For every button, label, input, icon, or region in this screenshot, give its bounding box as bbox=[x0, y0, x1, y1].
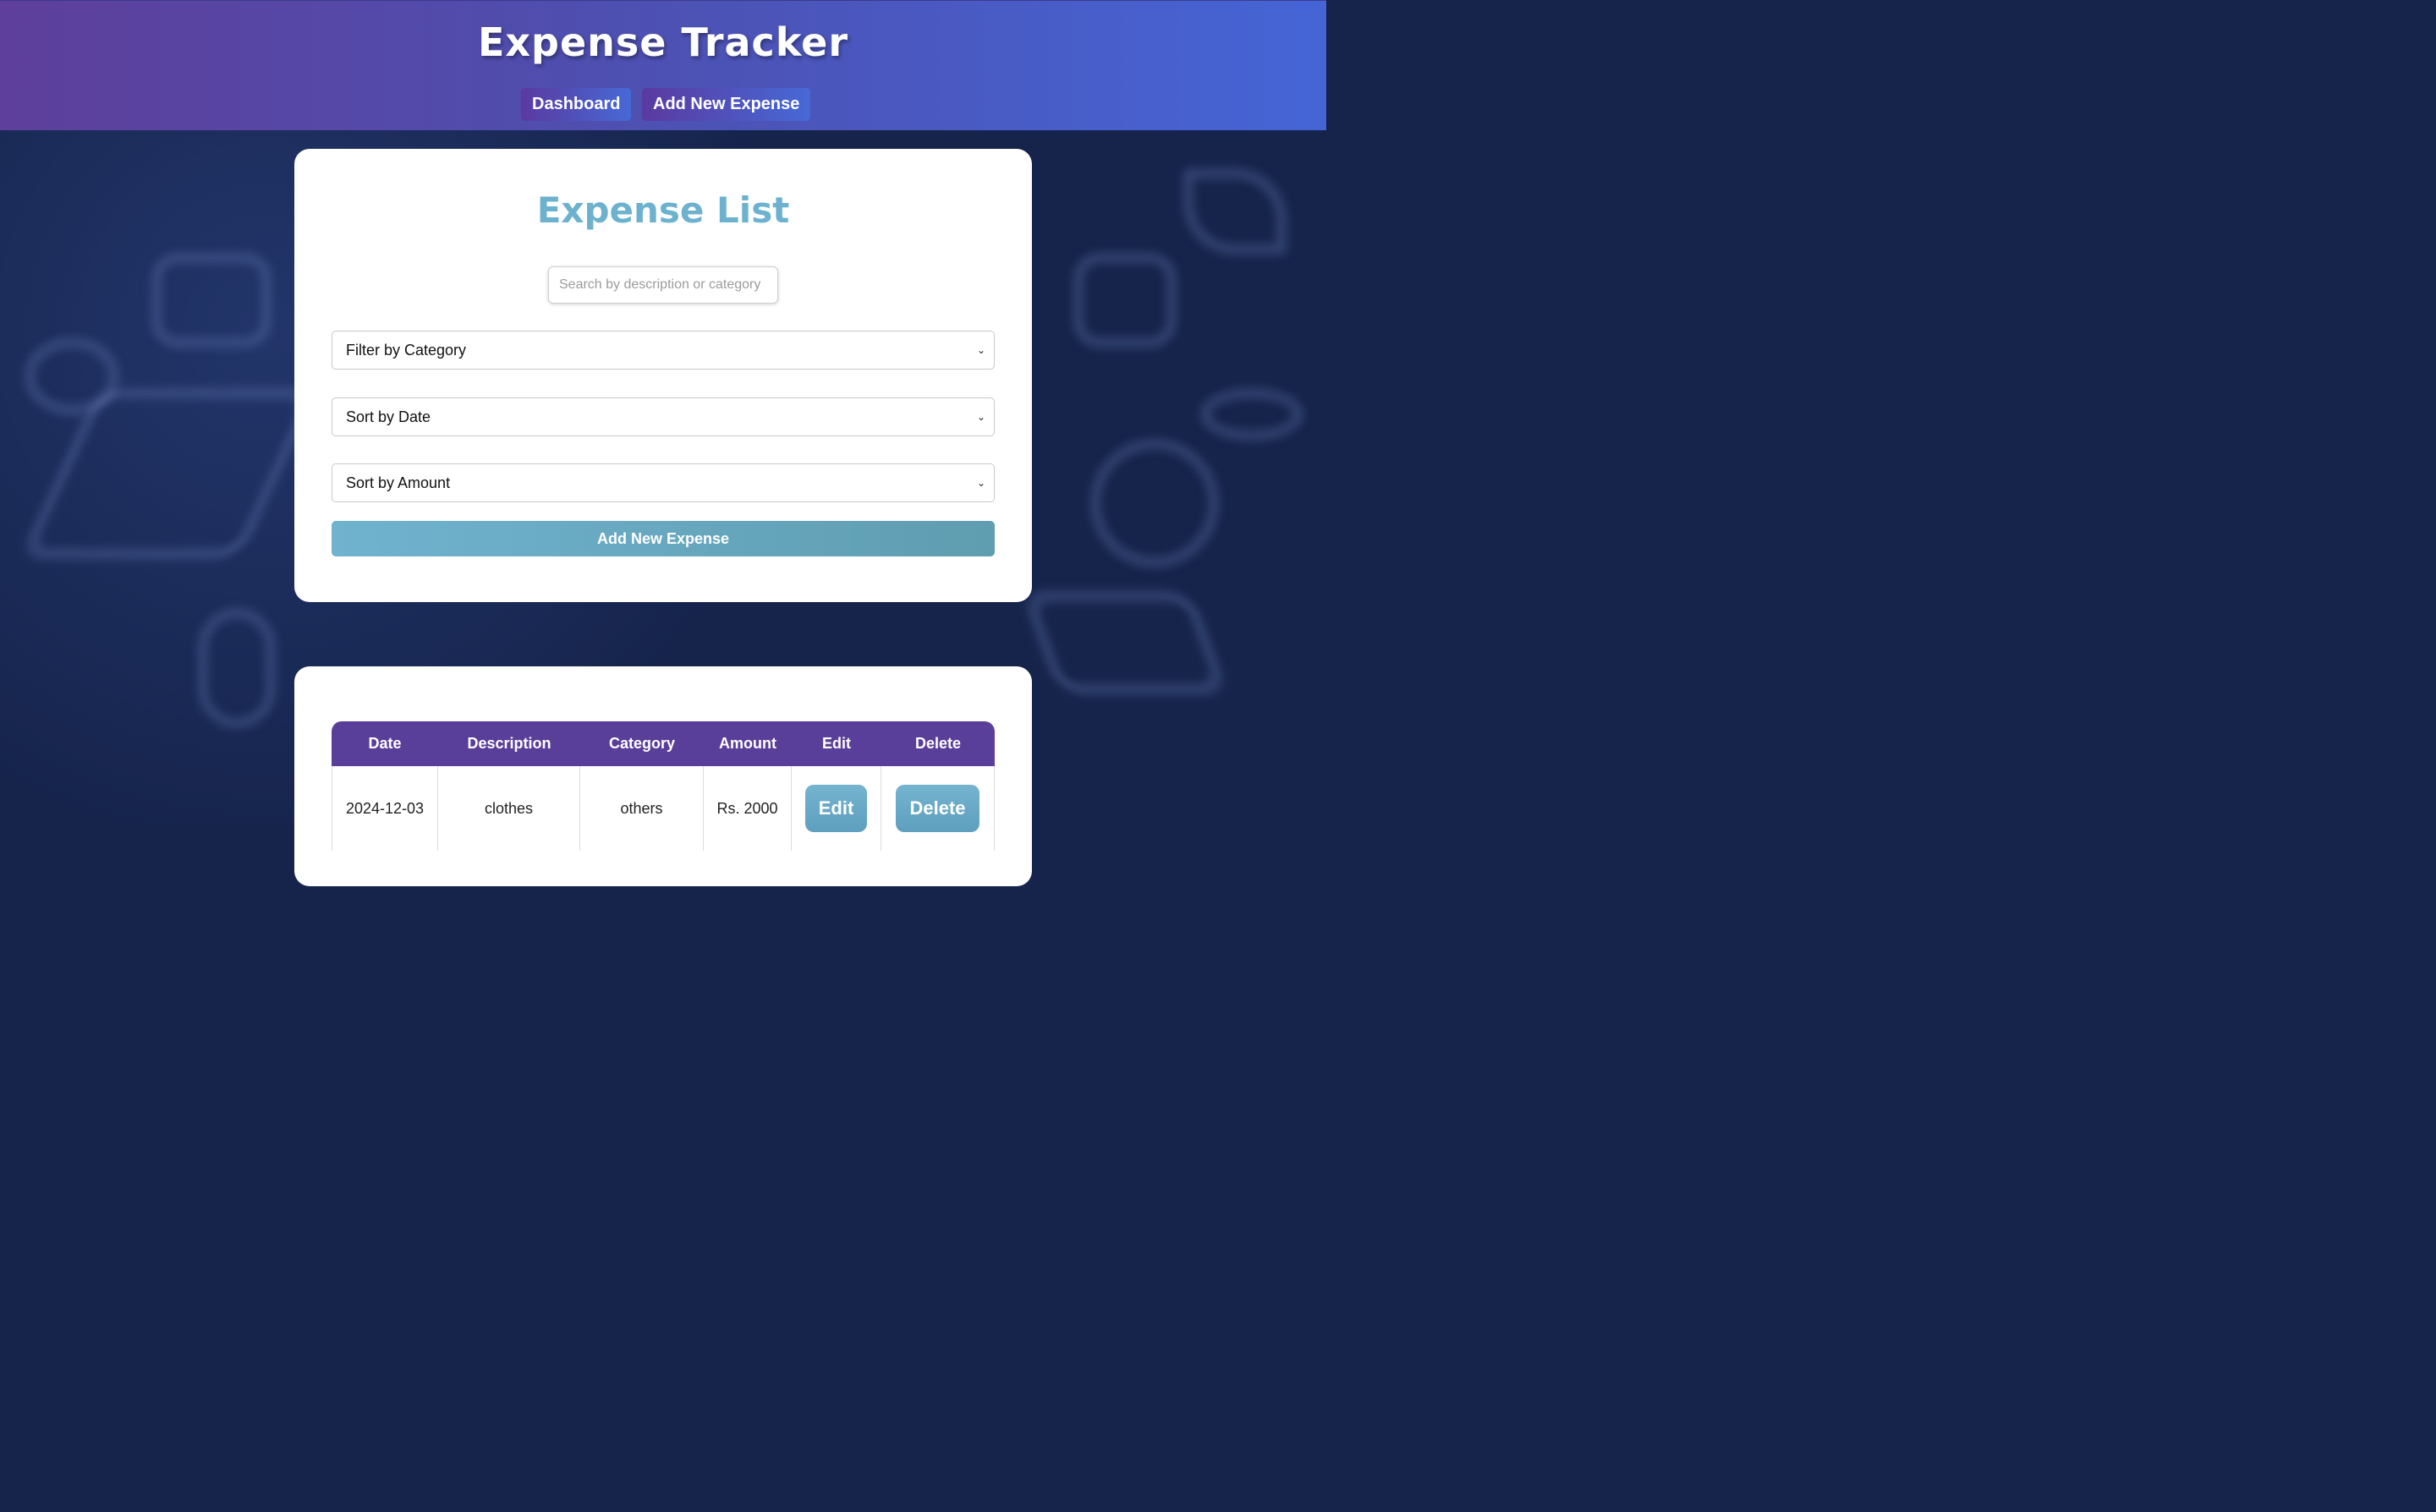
sort-amount-select[interactable]: Sort by Amount ⌄ bbox=[332, 463, 995, 502]
background-doodle bbox=[199, 609, 275, 727]
app-header: Expense Tracker Dashboard Add New Expens… bbox=[0, 0, 1326, 130]
chevron-down-icon: ⌄ bbox=[976, 411, 985, 423]
expense-controls-card: Expense List Filter by Category ⌄ Sort b… bbox=[294, 149, 1032, 602]
chevron-down-icon: ⌄ bbox=[976, 344, 985, 356]
background-doodle bbox=[1091, 440, 1218, 567]
add-expense-button[interactable]: Add New Expense bbox=[332, 521, 995, 556]
table-header-row: Date Description Category Amount Edit De… bbox=[332, 721, 995, 766]
background-doodle bbox=[1201, 389, 1303, 440]
sort-amount-label: Sort by Amount bbox=[346, 474, 451, 491]
column-header-category: Category bbox=[580, 721, 704, 766]
expense-table-card: Date Description Category Amount Edit De… bbox=[294, 666, 1032, 886]
nav-add-expense-button[interactable]: Add New Expense bbox=[642, 88, 811, 121]
background-doodle bbox=[25, 338, 118, 414]
expense-table: Date Description Category Amount Edit De… bbox=[332, 721, 995, 851]
column-header-description: Description bbox=[438, 721, 580, 766]
cell-amount: Rs. 2000 bbox=[704, 766, 792, 851]
column-header-amount: Amount bbox=[704, 721, 792, 766]
edit-button[interactable]: Edit bbox=[804, 785, 868, 832]
expense-list-title: Expense List bbox=[536, 189, 790, 231]
cell-delete: Delete bbox=[881, 766, 995, 851]
column-header-edit: Edit bbox=[792, 721, 881, 766]
background-doodle bbox=[1074, 254, 1176, 347]
sort-date-select[interactable]: Sort by Date ⌄ bbox=[332, 397, 995, 436]
cell-date: 2024-12-03 bbox=[332, 766, 438, 851]
search-input[interactable] bbox=[548, 266, 778, 304]
sort-date-label: Sort by Date bbox=[346, 408, 431, 425]
nav-dashboard-button[interactable]: Dashboard bbox=[521, 88, 632, 121]
filter-category-label: Filter by Category bbox=[346, 342, 467, 359]
app-title: Expense Tracker bbox=[477, 19, 849, 65]
background-doodle bbox=[19, 389, 319, 558]
filter-category-select[interactable]: Filter by Category ⌄ bbox=[332, 331, 995, 370]
background-doodle bbox=[1022, 592, 1228, 693]
background-doodle bbox=[1184, 169, 1286, 254]
column-header-delete: Delete bbox=[881, 721, 995, 766]
cell-category: others bbox=[580, 766, 704, 851]
column-header-date: Date bbox=[332, 721, 438, 766]
background-doodle bbox=[152, 254, 271, 347]
delete-button[interactable]: Delete bbox=[896, 785, 979, 832]
cell-edit: Edit bbox=[792, 766, 881, 851]
table-row: 2024-12-03 clothes others Rs. 2000 Edit … bbox=[332, 766, 995, 851]
cell-description: clothes bbox=[438, 766, 580, 851]
chevron-down-icon: ⌄ bbox=[976, 477, 985, 489]
